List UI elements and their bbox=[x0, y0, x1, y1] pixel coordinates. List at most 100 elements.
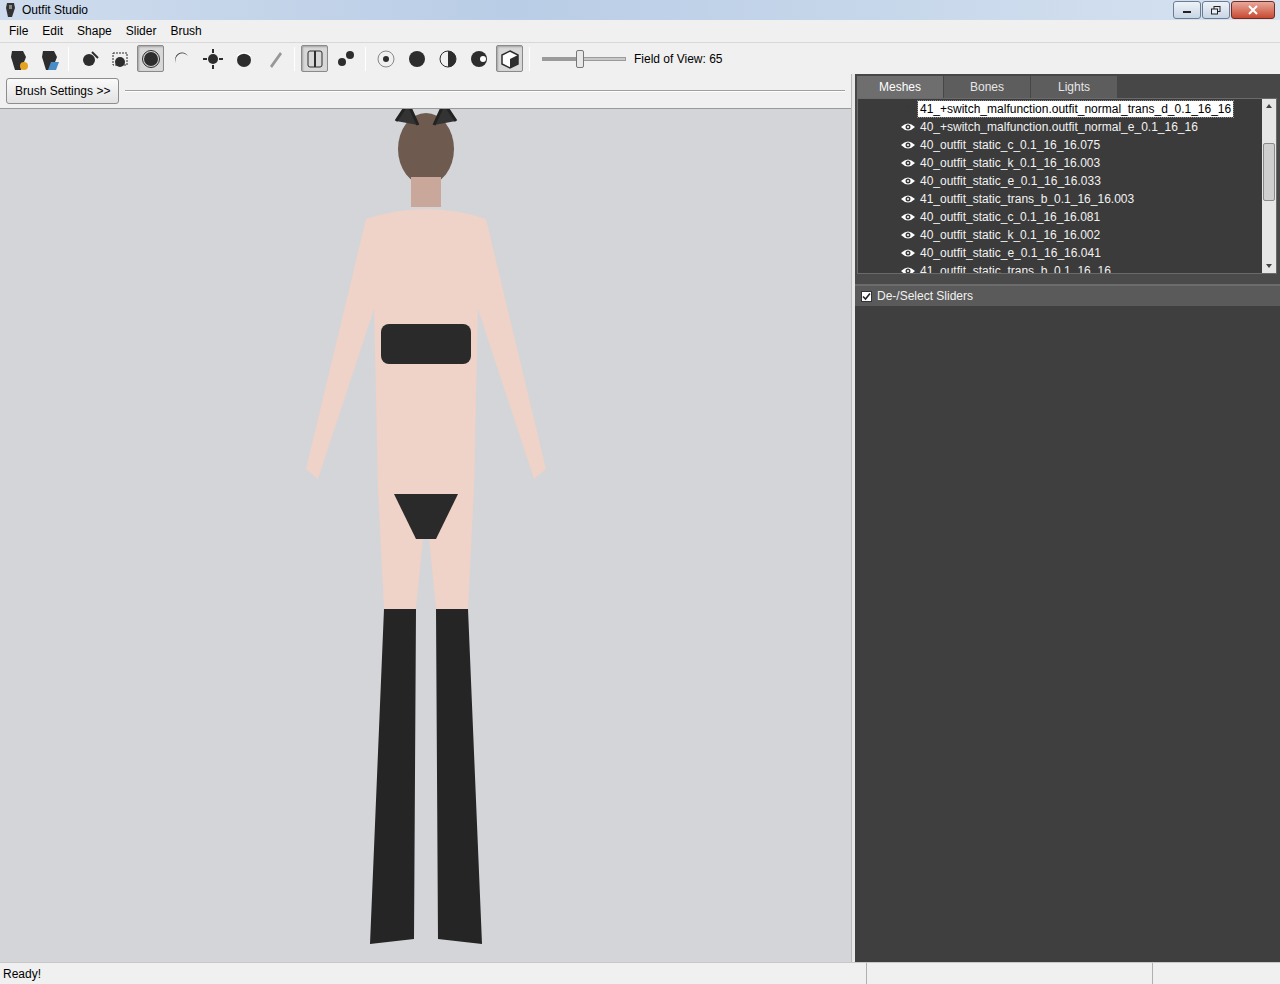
mesh-name: 40_outfit_static_k_0.1_16_16.003 bbox=[918, 155, 1102, 171]
status-pane bbox=[866, 963, 1152, 984]
tool-button[interactable] bbox=[434, 45, 461, 72]
select-sliders-checkbox[interactable] bbox=[861, 291, 872, 302]
tool-button[interactable] bbox=[301, 45, 328, 72]
smooth-brush-icon bbox=[233, 48, 255, 70]
wireframe-cube-icon bbox=[499, 48, 521, 70]
tool-group bbox=[372, 45, 523, 72]
mesh-item[interactable]: 40_outfit_static_k_0.1_16_16.003 bbox=[858, 154, 1262, 172]
tool-group bbox=[4, 45, 62, 72]
new-project-icon bbox=[7, 48, 29, 70]
restore-button[interactable] bbox=[1202, 1, 1230, 19]
check-icon bbox=[862, 292, 871, 301]
mesh-name: 40_outfit_static_c_0.1_16_16.075 bbox=[918, 137, 1102, 153]
deflate-brush-icon bbox=[171, 48, 193, 70]
eye-icon[interactable] bbox=[900, 247, 916, 259]
minimize-icon bbox=[1182, 6, 1192, 14]
window-controls bbox=[1173, 1, 1275, 19]
sliders-header: De-/Select Sliders bbox=[855, 284, 1280, 306]
mesh-name: 41_outfit_static_trans_b_0.1_16_16 bbox=[918, 263, 1113, 273]
menu-item[interactable]: File bbox=[2, 20, 35, 42]
mesh-item[interactable]: 40_outfit_static_e_0.1_16_16.041 bbox=[858, 244, 1262, 262]
panel-tab[interactable]: Lights bbox=[1031, 76, 1117, 98]
eye-icon[interactable] bbox=[900, 121, 916, 133]
panel-tab[interactable]: Bones bbox=[944, 76, 1030, 98]
tool-button[interactable] bbox=[496, 45, 523, 72]
tool-button[interactable] bbox=[75, 45, 102, 72]
fov-thumb[interactable] bbox=[576, 50, 584, 68]
mesh-name: 40_outfit_static_e_0.1_16_16.033 bbox=[918, 173, 1103, 189]
eye-icon[interactable] bbox=[900, 229, 916, 241]
menu-item[interactable]: Brush bbox=[163, 20, 208, 42]
eye-icon[interactable] bbox=[900, 211, 916, 223]
mesh-item[interactable]: 41_outfit_static_trans_b_0.1_16_16.003 bbox=[858, 190, 1262, 208]
mesh-name: 40_outfit_static_c_0.1_16_16.081 bbox=[918, 209, 1102, 225]
mesh-item[interactable]: 41_outfit_static_trans_b_0.1_16_16 bbox=[858, 262, 1262, 273]
tool-button[interactable] bbox=[372, 45, 399, 72]
eye-icon[interactable] bbox=[900, 139, 916, 151]
mesh-name: 41_+switch_malfunction.outfit_normal_tra… bbox=[918, 101, 1233, 117]
tool-group bbox=[75, 45, 288, 72]
scroll-track bbox=[1262, 113, 1276, 259]
weight-brush-icon bbox=[264, 48, 286, 70]
splitter bbox=[855, 274, 1280, 284]
mesh-item[interactable]: 40_outfit_static_c_0.1_16_16.075 bbox=[858, 136, 1262, 154]
mesh-item[interactable]: 40_+switch_malfunction.outfit_normal_e_0… bbox=[858, 118, 1262, 136]
panel-tab[interactable]: Meshes bbox=[857, 76, 943, 98]
tool-button[interactable] bbox=[4, 45, 31, 72]
mesh-item[interactable]: 40_outfit_static_k_0.1_16_16.002 bbox=[858, 226, 1262, 244]
eye-icon[interactable] bbox=[900, 103, 916, 115]
scroll-thumb[interactable] bbox=[1263, 143, 1275, 201]
mesh-item[interactable]: 40_outfit_static_e_0.1_16_16.033 bbox=[858, 172, 1262, 190]
menu-item[interactable]: Slider bbox=[119, 20, 164, 42]
toolbar-separator bbox=[68, 47, 69, 71]
load-outfit-icon bbox=[38, 48, 60, 70]
close-button[interactable] bbox=[1231, 1, 1275, 19]
brush-bar: Brush Settings >> bbox=[0, 74, 851, 108]
mesh-item[interactable]: 41_+switch_malfunction.outfit_normal_tra… bbox=[858, 100, 1262, 118]
workspace: Brush Settings >> MeshesBonesLights 41_+sw… bbox=[0, 74, 1280, 962]
3d-viewport[interactable] bbox=[0, 108, 851, 962]
tool-button[interactable] bbox=[403, 45, 430, 72]
divider bbox=[125, 90, 845, 92]
mesh-scrollbar[interactable] bbox=[1262, 99, 1276, 273]
fov-slider[interactable] bbox=[542, 57, 626, 61]
eye-icon[interactable] bbox=[900, 265, 916, 273]
mesh-items: 41_+switch_malfunction.outfit_normal_tra… bbox=[858, 99, 1262, 273]
tool-button[interactable] bbox=[106, 45, 133, 72]
tool-button[interactable] bbox=[465, 45, 492, 72]
tool-button[interactable] bbox=[332, 45, 359, 72]
eye-icon[interactable] bbox=[900, 175, 916, 187]
tool-button[interactable] bbox=[230, 45, 257, 72]
mesh-name: 40_outfit_static_k_0.1_16_16.002 bbox=[918, 227, 1102, 243]
scroll-up-button[interactable] bbox=[1262, 99, 1276, 113]
mesh-name: 40_outfit_static_e_0.1_16_16.041 bbox=[918, 245, 1103, 261]
tool-button[interactable] bbox=[168, 45, 195, 72]
tool-button bbox=[261, 45, 288, 72]
up-arrow-icon bbox=[1266, 104, 1272, 108]
window-title: Outfit Studio bbox=[22, 1, 88, 19]
half-brush-icon bbox=[437, 48, 459, 70]
tool-group bbox=[301, 45, 359, 72]
eye-icon[interactable] bbox=[900, 157, 916, 169]
status-bar: Ready! bbox=[0, 962, 1280, 984]
left-pane: Brush Settings >> bbox=[0, 74, 851, 962]
scroll-down-button[interactable] bbox=[1262, 259, 1276, 273]
tool-button[interactable] bbox=[199, 45, 226, 72]
mesh-item[interactable]: 40_outfit_static_c_0.1_16_16.081 bbox=[858, 208, 1262, 226]
large-brush-icon bbox=[406, 48, 428, 70]
brush-settings-button[interactable]: Brush Settings >> bbox=[6, 78, 119, 104]
menu-item[interactable]: Shape bbox=[70, 20, 119, 42]
connected-only-icon bbox=[335, 48, 357, 70]
tool-button[interactable] bbox=[35, 45, 62, 72]
app-icon bbox=[4, 2, 18, 18]
menu-bar: FileEditShapeSliderBrush bbox=[0, 20, 1280, 42]
slider-list bbox=[855, 306, 1280, 962]
3d-model bbox=[246, 109, 606, 959]
restore-icon bbox=[1211, 6, 1221, 15]
status-pane bbox=[1152, 963, 1280, 984]
eye-icon[interactable] bbox=[900, 193, 916, 205]
tool-button[interactable] bbox=[137, 45, 164, 72]
mesh-list: 41_+switch_malfunction.outfit_normal_tra… bbox=[857, 98, 1277, 274]
menu-item[interactable]: Edit bbox=[35, 20, 70, 42]
minimize-button[interactable] bbox=[1173, 1, 1201, 19]
